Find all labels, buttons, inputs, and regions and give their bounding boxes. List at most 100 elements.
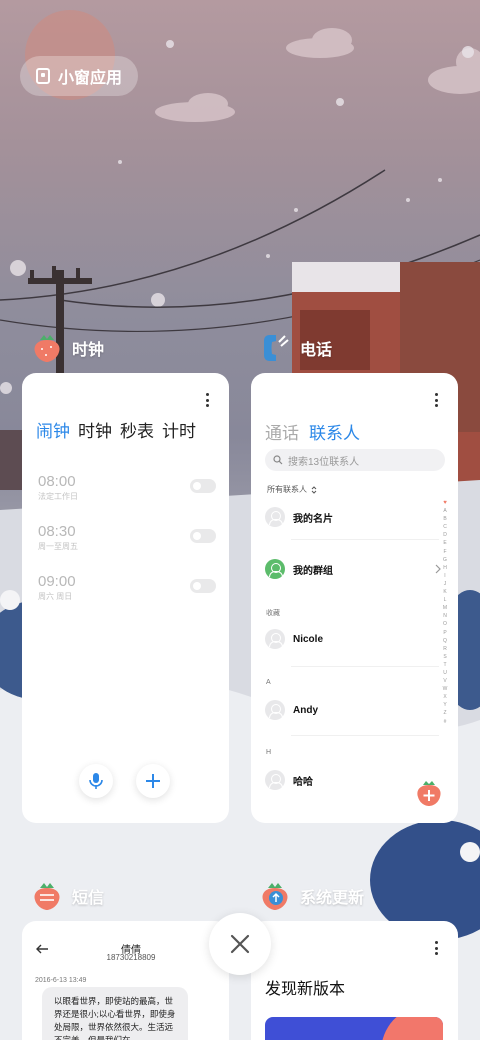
alarm-item[interactable]: 08:00 法定工作日 <box>38 473 216 502</box>
contact-name: Nicole <box>293 633 324 645</box>
plus-icon <box>146 774 160 788</box>
alphabet-index-letter[interactable]: T <box>443 661 446 669</box>
contact-name: 我的群组 <box>293 565 333 577</box>
divider <box>291 735 439 736</box>
alphabet-index-letter[interactable]: H <box>443 564 447 572</box>
alphabet-index-letter[interactable]: D <box>443 531 447 539</box>
all-contacts-filter[interactable]: 所有联系人 <box>267 484 317 495</box>
small-window-apps-button[interactable]: 小窗应用 <box>20 56 138 96</box>
tab-calls[interactable]: 通话 <box>265 419 299 444</box>
alarm-toggle[interactable] <box>190 479 216 493</box>
alphabet-index-letter[interactable]: G <box>443 556 447 564</box>
clock-app-header[interactable]: 时钟 <box>32 330 104 366</box>
section-a-label: A <box>266 679 271 686</box>
update-banner-image <box>265 1017 443 1040</box>
alphabet-index-letter[interactable]: F <box>443 548 446 556</box>
message-timestamp: 2016-6-13 13:49 <box>35 977 87 984</box>
phone-card[interactable]: 通话 联系人 搜索13位联系人 所有联系人 我的名片 我的群组 收藏 Nicol… <box>251 373 458 823</box>
my-groups-item[interactable]: 我的群组 <box>265 557 441 581</box>
alphabet-index-letter[interactable]: R <box>443 645 447 653</box>
close-icon <box>230 934 250 954</box>
conversation-contact-number: 18730218809 <box>106 953 156 962</box>
all-contacts-label: 所有联系人 <box>267 485 307 494</box>
alphabet-index-letter[interactable]: V <box>443 677 446 685</box>
update-more-icon[interactable] <box>434 941 438 955</box>
tab-alarm[interactable]: 闹钟 <box>36 417 70 442</box>
update-app-header[interactable]: 系统更新 <box>260 878 364 914</box>
alphabet-index-letter[interactable]: I <box>444 572 445 580</box>
add-contact-button[interactable] <box>415 779 443 807</box>
tab-clock[interactable]: 时钟 <box>78 417 112 442</box>
phone-more-icon[interactable] <box>434 393 438 407</box>
alphabet-index[interactable]: ♥ A B C D E F G H I J K L M N O P Q R S T U V W X Y Z # <box>441 499 449 726</box>
strawberry-sms-icon <box>32 881 62 911</box>
close-all-button[interactable] <box>209 913 271 975</box>
sms-app-header[interactable]: 短信 <box>32 878 104 914</box>
search-placeholder: 搜索13位联系人 <box>288 456 360 468</box>
phone-app-name: 电话 <box>300 342 333 359</box>
alphabet-index-letter[interactable]: K <box>443 588 446 596</box>
alphabet-index-letter[interactable]: N <box>443 612 447 620</box>
tab-stopwatch[interactable]: 秒表 <box>120 417 154 442</box>
divider <box>291 666 439 667</box>
alarm-toggle[interactable] <box>190 529 216 543</box>
sms-app-name: 短信 <box>72 890 105 907</box>
strawberry-update-icon <box>260 881 290 911</box>
contact-name: 我的名片 <box>293 513 333 525</box>
avatar <box>265 629 285 649</box>
alphabet-index-letter[interactable]: S <box>443 653 446 661</box>
alarm-toggle[interactable] <box>190 579 216 593</box>
my-card-item[interactable]: 我的名片 <box>265 505 435 529</box>
message-bubble[interactable]: 以眼看世界，即使站的最高，世界还是很小;以心看世界，即使身处局限，世界依然很大。… <box>42 987 188 1040</box>
alphabet-index-letter[interactable]: B <box>443 515 446 523</box>
alphabet-index-letter[interactable]: Y <box>443 701 446 709</box>
alphabet-index-letter[interactable]: C <box>443 523 447 531</box>
favorites-section-label: 收藏 <box>266 610 280 617</box>
alphabet-index-letter[interactable]: L <box>444 596 447 604</box>
sms-card[interactable]: 倩倩 18730218809 2016-6-13 13:49 以眼看世界，即使站… <box>22 921 229 1040</box>
voice-alarm-button[interactable] <box>79 764 113 798</box>
avatar <box>265 507 285 527</box>
alphabet-index-letter[interactable]: A <box>443 507 446 515</box>
avatar <box>265 770 285 790</box>
alphabet-index-letter[interactable]: Z <box>443 709 446 717</box>
alarm-item[interactable]: 08:30 周一至周五 <box>38 523 216 552</box>
divider <box>291 539 439 540</box>
small-window-apps-label: 小窗应用 <box>58 70 123 87</box>
search-icon <box>273 455 283 465</box>
clock-more-icon[interactable] <box>205 393 209 407</box>
group-icon <box>265 559 285 579</box>
contact-item[interactable]: 哈哈 <box>265 768 435 792</box>
strawberry-clock-icon <box>32 333 62 363</box>
alphabet-index-letter[interactable]: E <box>443 539 446 547</box>
phone-tabs: 通话 联系人 <box>265 419 360 444</box>
contact-name: Andy <box>293 704 318 716</box>
tab-contacts[interactable]: 联系人 <box>309 419 360 444</box>
alphabet-index-letter[interactable]: Q <box>443 637 447 645</box>
alphabet-index-letter[interactable]: # <box>444 718 447 726</box>
clock-card[interactable]: 闹钟 时钟 秒表 计时 08:00 法定工作日 08:30 周一至周五 09:0… <box>22 373 229 823</box>
contact-name: 哈哈 <box>293 776 313 788</box>
update-card[interactable]: 发现新版本 <box>251 921 458 1040</box>
contacts-search-input[interactable]: 搜索13位联系人 <box>265 449 445 471</box>
avatar <box>265 700 285 720</box>
phone-app-header[interactable]: 电话 <box>260 330 332 366</box>
tab-timer[interactable]: 计时 <box>162 417 196 442</box>
alarm-repeat: 周一至周五 <box>38 542 78 551</box>
favorites-heart-icon: ♥ <box>443 500 447 506</box>
contact-item[interactable]: Andy <box>265 698 435 722</box>
update-title: 发现新版本 <box>265 981 346 998</box>
strawberry-add-icon <box>417 781 441 806</box>
alphabet-index-letter[interactable]: M <box>443 604 447 612</box>
alarm-item[interactable]: 09:00 周六 周日 <box>38 573 216 602</box>
alphabet-index-letter[interactable]: X <box>443 693 446 701</box>
alphabet-index-letter[interactable]: U <box>443 669 447 677</box>
alphabet-index-letter[interactable]: J <box>444 580 447 588</box>
alphabet-index-letter[interactable]: O <box>443 620 447 628</box>
phone-app-icon <box>260 333 290 363</box>
contact-item[interactable]: Nicole <box>265 627 435 651</box>
alphabet-index-letter[interactable]: W <box>443 685 448 693</box>
add-alarm-button[interactable] <box>136 764 170 798</box>
sort-arrows-icon <box>311 485 317 494</box>
alphabet-index-letter[interactable]: P <box>443 629 446 637</box>
